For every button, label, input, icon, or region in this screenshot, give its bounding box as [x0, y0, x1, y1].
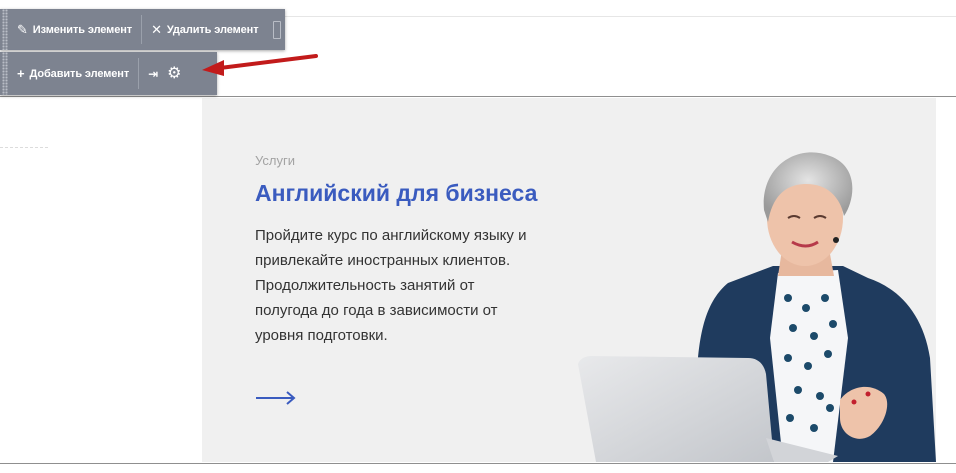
toolbar-handle[interactable] [273, 20, 281, 39]
hero-banner: Услуги Английский для бизнеса Пройдите к… [202, 98, 936, 462]
pin-button[interactable]: ⇥ [139, 52, 167, 95]
edit-element-button[interactable]: ✎ Изменить элемент [8, 9, 141, 50]
pencil-icon: ✎ [17, 22, 28, 37]
hero-eyebrow: Услуги [255, 153, 295, 168]
edit-element-label: Изменить элемент [32, 23, 133, 36]
hero-description-line: привлекайте иностранных клиентов. [255, 252, 511, 269]
annotation-arrow-icon [202, 54, 318, 76]
hero-photo [578, 152, 936, 462]
add-element-button[interactable]: + Добавить элемент [8, 52, 138, 95]
hero-title: Английский для бизнеса [255, 180, 538, 206]
plus-icon: + [17, 66, 25, 81]
close-icon: ✕ [151, 22, 162, 37]
hero-description-line: Пройдите курс по английскому языку и [255, 227, 527, 244]
delete-element-label: Удалить элемент [166, 23, 259, 36]
settings-button[interactable]: ⚙ [167, 52, 190, 95]
gear-icon: ⚙ [167, 64, 182, 82]
hero-description-line: полугода до года в зависимости от [255, 302, 498, 319]
left-guide-line [0, 147, 48, 148]
hero-description-line: уровня подготовки. [255, 327, 388, 344]
add-element-label: Добавить элемент [29, 67, 130, 80]
pin-icon: ⇥ [148, 66, 159, 81]
element-toolbar-top: ✎ Изменить элемент ✕ Удалить элемент [0, 9, 285, 50]
delete-element-button[interactable]: ✕ Удалить элемент [142, 9, 267, 50]
hero-description-line: Продолжительность занятий от [255, 277, 475, 294]
hero-description: Пройдите курс по английскому языку и при… [255, 223, 585, 348]
element-toolbar-bottom: + Добавить элемент ⇥ ⚙ [0, 52, 217, 95]
arrow-right-icon[interactable] [255, 390, 297, 406]
